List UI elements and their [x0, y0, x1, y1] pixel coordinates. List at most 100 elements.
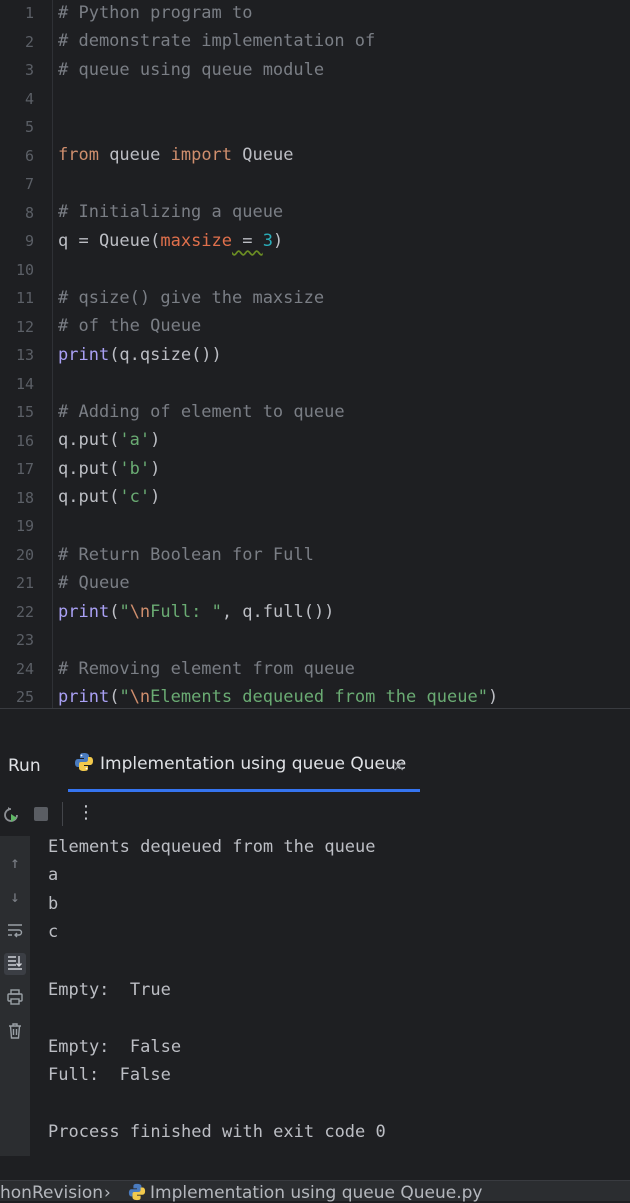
line-number: 4 — [24, 90, 34, 108]
code-line-12: # of the Queue — [58, 316, 202, 336]
console-line: Process finished with exit code 0 — [48, 1122, 386, 1142]
print-icon[interactable] — [4, 988, 26, 1010]
code-text: q = Queue( — [58, 231, 161, 251]
console-line: Full: False — [48, 1065, 171, 1085]
code-text: ) — [150, 459, 161, 479]
parameter-name: maxsize — [160, 231, 233, 251]
code-text: q.put( — [58, 487, 120, 507]
active-tab-indicator — [68, 789, 420, 792]
line-number: 24 — [15, 660, 34, 678]
string-literal: " — [119, 687, 130, 707]
code-text: queue — [98, 145, 171, 165]
rerun-icon[interactable] — [2, 806, 20, 824]
console-line: Empty: True — [48, 980, 171, 1000]
line-number: 21 — [15, 574, 34, 592]
soft-wrap-icon[interactable] — [4, 921, 26, 943]
code-text: ) — [150, 430, 161, 450]
keyword: from — [58, 145, 99, 165]
code-text: ) — [150, 487, 161, 507]
console-side-toolbar: ↑ ↓ — [0, 836, 30, 1156]
line-number: 6 — [24, 147, 34, 165]
builtin-function: print — [58, 345, 110, 365]
breadcrumb-file-label: Implementation using queue Queue.py — [150, 1183, 483, 1203]
string-literal: " — [119, 602, 130, 622]
python-icon — [128, 1183, 146, 1201]
code-line-24: # Removing element from queue — [58, 659, 355, 679]
line-number: 12 — [15, 318, 34, 336]
code-text: ) — [487, 687, 499, 707]
code-text: ( — [109, 687, 120, 707]
line-number: 13 — [15, 346, 34, 364]
line-number: 15 — [15, 403, 34, 421]
scroll-to-end-icon[interactable] — [4, 953, 26, 975]
line-number: 10 — [15, 261, 34, 279]
line-number: 16 — [15, 432, 34, 450]
tab-label: Implementation using queue Queue — [100, 754, 407, 774]
breadcrumb-file[interactable]: Implementation using queue Queue.py — [128, 1183, 482, 1203]
arrow-down-icon[interactable]: ↓ — [4, 886, 26, 908]
console-line: a — [48, 865, 59, 885]
code-text: Queue — [232, 145, 294, 165]
line-number: 1 — [24, 4, 34, 22]
code-line-3: # queue using queue module — [58, 60, 325, 80]
escape-sequence: \n — [129, 687, 151, 707]
toolbar-divider — [62, 802, 63, 826]
keyword: import — [170, 145, 233, 165]
line-number: 25 — [15, 688, 34, 706]
stop-icon[interactable] — [34, 807, 48, 821]
tab-run-configuration[interactable]: Implementation using queue Queue — [74, 752, 406, 774]
code-text: (q.qsize()) — [109, 345, 222, 365]
code-line-16: q.put('a') — [58, 430, 160, 450]
code-line-8: # Initializing a queue — [58, 202, 284, 222]
code-line-13: print(q.qsize()) — [58, 345, 222, 365]
code-line-11: # qsize() give the maxsize — [58, 288, 325, 308]
code-line-15: # Adding of element to queue — [58, 402, 345, 422]
string-literal: 'b' — [119, 459, 151, 479]
builtin-function: print — [58, 602, 110, 622]
close-icon[interactable]: × — [392, 756, 405, 775]
code-line-6: from queue import Queue — [58, 145, 293, 165]
trash-icon[interactable] — [4, 1022, 26, 1044]
string-literal: 'a' — [119, 430, 151, 450]
code-text: ( — [109, 602, 120, 622]
run-toolbar: ⋮ — [0, 796, 630, 834]
code-line-1: # Python program to — [58, 3, 253, 23]
gutter-separator — [52, 0, 53, 708]
run-panel-title: Run — [8, 756, 41, 776]
line-number: 8 — [24, 204, 34, 222]
python-icon — [75, 753, 93, 771]
code-editor[interactable]: 1 2 3 4 5 6 7 8 9 10 11 12 13 14 15 16 1… — [0, 0, 630, 708]
escape-sequence: \n — [129, 602, 151, 622]
line-number: 7 — [24, 175, 34, 193]
line-number: 3 — [24, 61, 34, 79]
line-number: 2 — [24, 33, 34, 51]
string-literal: Elements dequeued from the queue" — [150, 687, 488, 707]
string-literal: 'c' — [119, 487, 151, 507]
line-number: 20 — [15, 546, 34, 564]
line-number: 23 — [15, 631, 34, 649]
code-line-17: q.put('b') — [58, 459, 160, 479]
code-line-25: print("\nElements dequeued from the queu… — [58, 687, 498, 707]
string-literal: Full: " — [150, 602, 222, 622]
console-line: b — [48, 894, 59, 914]
line-number: 9 — [24, 232, 34, 250]
line-number: 19 — [15, 517, 34, 535]
code-text: q.put( — [58, 459, 120, 479]
more-options-icon[interactable]: ⋮ — [77, 802, 95, 823]
panel-splitter[interactable] — [0, 708, 630, 739]
code-line-2: # demonstrate implementation of — [58, 31, 376, 51]
console-line: Elements dequeued from the queue — [48, 837, 376, 857]
console-line: Empty: False — [48, 1037, 182, 1057]
breadcrumb-project[interactable]: honRevision — [0, 1183, 103, 1203]
line-number: 5 — [24, 118, 34, 136]
line-number: 14 — [15, 375, 34, 393]
code-line-20: # Return Boolean for Full — [58, 545, 314, 565]
builtin-function: print — [58, 687, 110, 707]
line-number: 17 — [15, 460, 34, 478]
number-literal: 3 — [262, 231, 273, 251]
code-line-21: # Queue — [58, 573, 130, 593]
line-number: 11 — [15, 289, 34, 307]
code-line-18: q.put('c') — [58, 487, 160, 507]
console-line: c — [48, 922, 59, 942]
arrow-up-icon[interactable]: ↑ — [4, 852, 26, 874]
